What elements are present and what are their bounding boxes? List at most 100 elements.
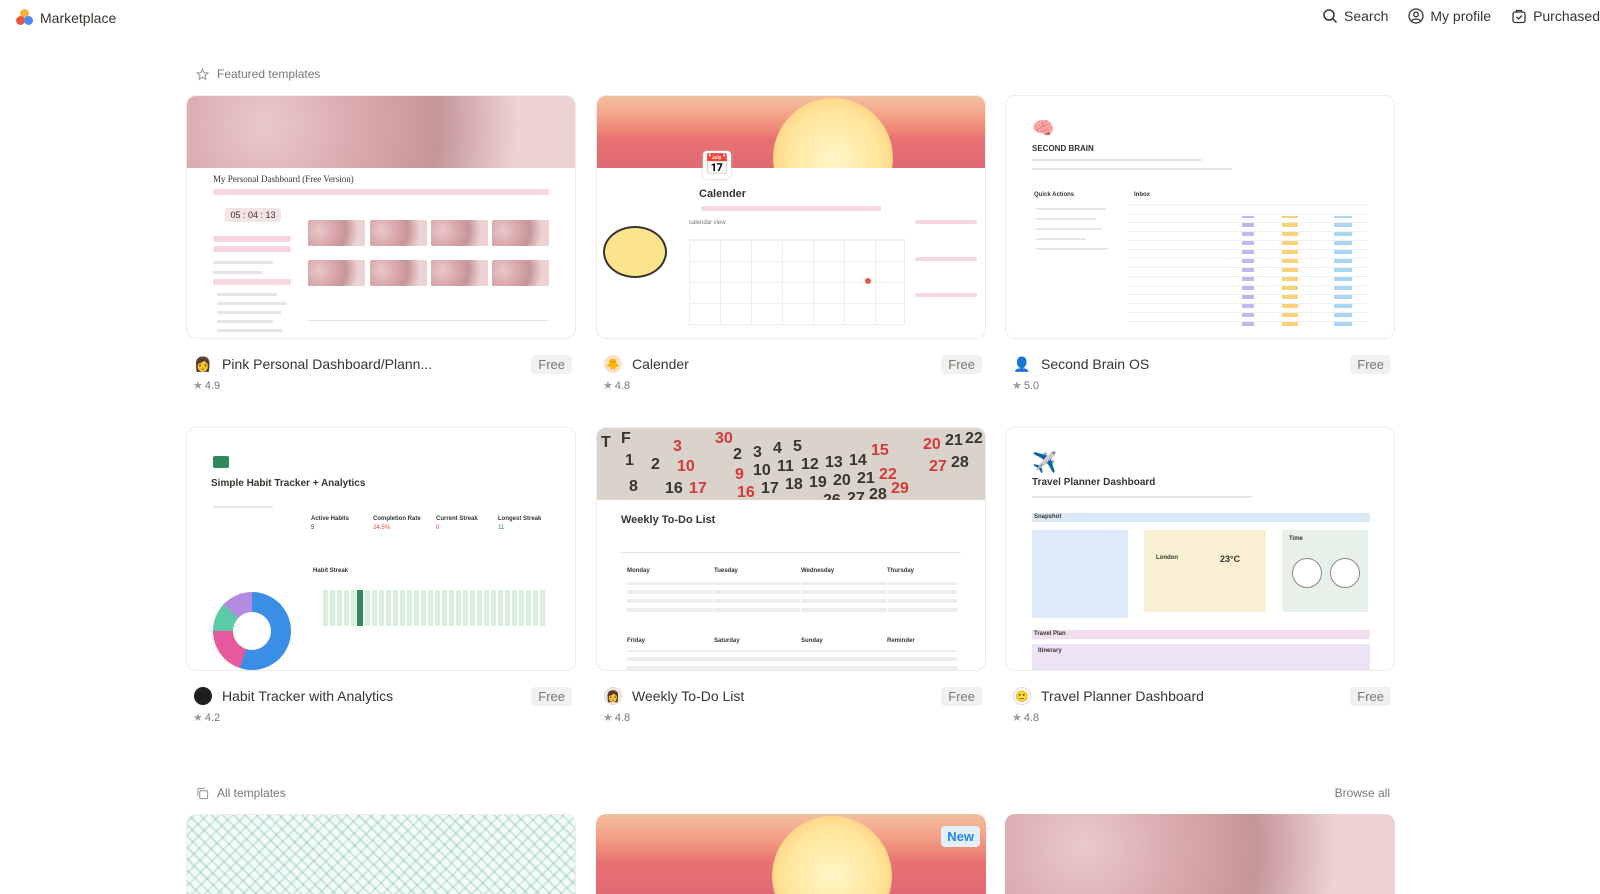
gallery-image — [308, 260, 365, 286]
template-card-partial[interactable] — [186, 814, 576, 894]
day-label: Wednesday — [801, 568, 835, 574]
rating-star-icon: ★ — [603, 380, 613, 392]
tag-column — [1282, 216, 1298, 326]
template-thumbnail[interactable]: My Personal Dashboard (Free Version) 05 … — [186, 95, 576, 339]
day-label: Reminder — [887, 638, 915, 644]
all-templates-title: All templates — [217, 786, 286, 800]
template-card-partial[interactable] — [1005, 814, 1395, 894]
sun-shape — [772, 816, 892, 894]
todo-checklist — [627, 582, 957, 612]
template-title[interactable]: Habit Tracker with Analytics — [222, 688, 462, 704]
template-title[interactable]: Weekly To-Do List — [632, 688, 872, 704]
creator-avatar: 👤 — [1013, 355, 1031, 373]
search-label: Search — [1344, 8, 1389, 24]
gallery-image — [431, 220, 488, 246]
template-title[interactable]: Second Brain OS — [1041, 356, 1281, 372]
day-label: Tuesday — [714, 568, 738, 574]
sun-shape — [773, 98, 893, 168]
all-templates-header: All templates — [196, 786, 286, 800]
snapshot-bar — [1032, 513, 1370, 522]
trip-details-panel — [1032, 530, 1128, 618]
thumb-clock: 05 : 04 : 13 — [225, 208, 281, 222]
thumb-title: SECOND BRAIN — [1032, 144, 1094, 153]
stat-label: Longest Streak — [498, 516, 542, 522]
stat-label: Current Streak — [436, 516, 478, 522]
thumb-line — [217, 320, 273, 323]
template-thumbnail[interactable]: 🧠 SECOND BRAIN Quick Actions Inbox — [1005, 95, 1395, 339]
rating-value: 4.8 — [614, 711, 631, 724]
template-title[interactable]: Travel Planner Dashboard — [1041, 688, 1281, 704]
itinerary-label: Itinerary — [1038, 648, 1062, 654]
time-label: Time — [1289, 536, 1303, 542]
template-thumbnail[interactable]: Simple Habit Tracker + Analytics Active … — [186, 427, 576, 671]
day-label: Thursday — [887, 568, 915, 574]
thumb-line — [1036, 218, 1096, 220]
thumb-line — [1036, 248, 1108, 250]
thumb-subtitle: calendar view — [689, 220, 726, 226]
search-button[interactable]: Search — [1322, 8, 1388, 24]
template-rating: ★ 4.2 — [193, 711, 221, 725]
template-rating: ★ 5.0 — [1012, 379, 1039, 393]
rating-value: 4.2 — [204, 711, 221, 724]
price-badge: Free — [1350, 354, 1391, 374]
brain-icon: 🧠 — [1032, 118, 1055, 138]
purchased-label: Purchased — [1533, 8, 1600, 24]
template-title[interactable]: Pink Personal Dashboard/Plann... — [222, 356, 462, 372]
gallery-image — [492, 220, 549, 246]
thumb-line — [217, 302, 287, 305]
cover-image — [597, 96, 985, 168]
star-icon — [196, 67, 209, 80]
featured-templates-title: Featured templates — [217, 67, 321, 81]
habit-streak-grid — [323, 590, 545, 626]
template-meta: 🐥 Calender Free — [604, 351, 982, 377]
day-label: Friday — [627, 638, 646, 644]
browse-all-link[interactable]: Browse all — [1335, 786, 1390, 800]
template-rating: ★ 4.9 — [193, 379, 220, 393]
template-rating: ★ 4.8 — [603, 379, 630, 393]
thumb-line — [217, 329, 283, 332]
top-bar: Marketplace Search My profile Purchased — [0, 0, 1600, 38]
purchased-button[interactable]: Purchased — [1511, 8, 1600, 24]
template-card-partial[interactable]: New — [596, 814, 986, 894]
profile-icon — [1408, 8, 1425, 24]
rating-star-icon: ★ — [1012, 380, 1022, 392]
price-badge: Free — [531, 686, 572, 706]
thumb-banner — [701, 206, 881, 211]
rating-value: 4.8 — [1023, 711, 1040, 724]
thumb-line — [213, 271, 263, 274]
gallery-image — [370, 260, 427, 286]
thumb-line — [217, 311, 281, 314]
rating-star-icon: ★ — [603, 712, 613, 724]
completion-donut-chart — [213, 592, 291, 670]
creator-avatar: 👩 — [604, 687, 622, 705]
thumb-menu-bar — [213, 279, 291, 285]
copy-icon — [197, 787, 209, 799]
inbox-label: Inbox — [1134, 192, 1150, 198]
template-thumbnail[interactable]: 📅 Calender calendar view — [596, 95, 986, 339]
clock-icon — [1330, 558, 1360, 588]
rating-star-icon: ★ — [193, 712, 203, 724]
itinerary-panel — [1032, 644, 1370, 670]
cover-image — [187, 96, 575, 168]
gallery-image — [308, 220, 365, 246]
weather-panel — [1144, 530, 1266, 612]
template-meta: 👤 Second Brain OS Free — [1013, 351, 1391, 377]
creator-avatar: 👩 — [194, 355, 212, 373]
stat-value: 0 — [436, 525, 440, 531]
thumb-banner — [213, 189, 549, 195]
my-profile-button[interactable]: My profile — [1408, 8, 1491, 24]
creator-avatar — [194, 687, 212, 705]
side-panel-bar — [915, 257, 977, 261]
thumb-line — [1032, 168, 1232, 170]
rating-star-icon: ★ — [1012, 712, 1022, 724]
marketplace-link[interactable]: Marketplace — [16, 9, 116, 27]
thumb-title: Weekly To-Do List — [621, 514, 716, 526]
calendar-icon: 📅 — [703, 151, 731, 179]
price-badge: Free — [1350, 686, 1391, 706]
template-thumbnail[interactable]: TF3 1 2 10 30 2 3 4 5 9 10 11 12 13 14 15 16 17 18 19 20… — [596, 427, 986, 671]
thumb-line — [217, 293, 277, 296]
template-thumbnail[interactable]: ✈️ Travel Planner Dashboard Snapshot Lon… — [1005, 427, 1395, 671]
chick-illustration — [603, 226, 667, 278]
gallery-image — [370, 220, 427, 246]
template-title[interactable]: Calender — [632, 356, 872, 372]
